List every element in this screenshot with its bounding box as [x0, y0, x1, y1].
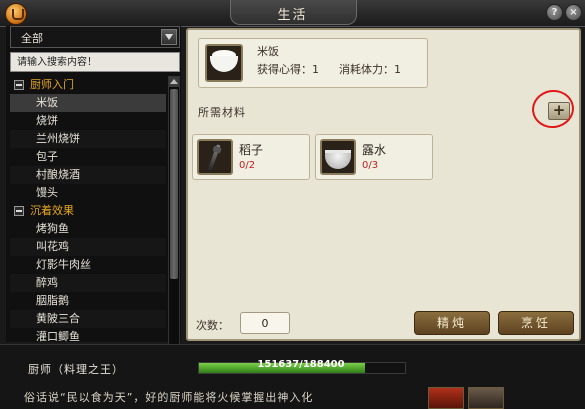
cook-button[interactable]: 烹饪: [498, 311, 574, 335]
window-title: 生活: [277, 8, 308, 23]
material-card[interactable]: 露水 0/3: [315, 134, 433, 180]
gain-stat: 获得心得：1: [257, 63, 319, 76]
materials-heading: 所需材料: [198, 106, 246, 119]
water-bowl-icon: [325, 150, 351, 169]
close-button[interactable]: ×: [565, 4, 582, 21]
rice-stalk-icon: [207, 144, 221, 172]
skill-progress-text: 151637/188400: [257, 359, 345, 370]
list-item[interactable]: 兰州烧饼: [10, 130, 166, 148]
annotation-circle: [529, 87, 577, 131]
material-card[interactable]: 稻子 0/2: [192, 134, 310, 180]
list-item[interactable]: 灌口鲫鱼: [10, 328, 166, 342]
search-input[interactable]: [10, 52, 180, 72]
recipe-tree: 厨师入门 米饭 烧饼 兰州烧饼 包子 村酿烧酒 馒头 沉着效果 烤狗鱼 叫花鸡 …: [10, 76, 166, 342]
bowl-icon: [210, 56, 238, 72]
recipe-card: 米饭 获得心得：1 消耗体力：1: [198, 38, 428, 88]
list-item[interactable]: 村酿烧酒: [10, 166, 166, 184]
cost-stat: 消耗体力：1: [339, 63, 401, 76]
refine-button[interactable]: 精炖: [414, 311, 490, 335]
category-value: 全部: [21, 32, 43, 45]
list-item[interactable]: 叫花鸡: [10, 238, 166, 256]
group-header[interactable]: 厨师入门: [10, 76, 166, 94]
material-slot[interactable]: [320, 139, 356, 175]
list-scrollbar[interactable]: [168, 76, 180, 362]
material-name: 露水: [362, 143, 387, 157]
category-dropdown[interactable]: 全部: [10, 26, 180, 48]
list-item[interactable]: 米饭: [10, 94, 166, 112]
list-item[interactable]: 胭脂鹅: [10, 292, 166, 310]
collapse-icon[interactable]: [14, 206, 24, 216]
list-item[interactable]: 黄陂三合: [10, 310, 166, 328]
group-label: 厨师入门: [30, 78, 74, 91]
recipe-name: 米饭: [257, 45, 279, 58]
count-input[interactable]: [240, 312, 290, 334]
list-item[interactable]: 灯影牛肉丝: [10, 256, 166, 274]
life-skill-window: 生活 ? × 全部 厨师入门 米饭 烧饼 兰州烧饼 包子 村酿烧酒 馒头 沉着效…: [0, 0, 585, 409]
material-count: 0/3: [362, 160, 379, 171]
list-item[interactable]: 包子: [10, 148, 166, 166]
scroll-up-icon[interactable]: [169, 77, 179, 87]
material-count: 0/2: [239, 160, 256, 171]
collapse-icon[interactable]: [14, 80, 24, 90]
list-item[interactable]: 烤狗鱼: [10, 220, 166, 238]
material-name: 稻子: [239, 143, 264, 157]
group-label: 沉着效果: [30, 204, 74, 217]
recipe-list-panel: 全部 厨师入门 米饭 烧饼 兰州烧饼 包子 村酿烧酒 馒头 沉着效果 烤狗鱼 叫…: [6, 26, 181, 362]
help-button[interactable]: ?: [546, 4, 563, 21]
material-slot[interactable]: [197, 139, 233, 175]
count-label: 次数：: [196, 319, 229, 332]
item-slot[interactable]: [468, 387, 504, 409]
list-item[interactable]: 烧饼: [10, 112, 166, 130]
scroll-thumb[interactable]: [170, 89, 178, 279]
skill-status-bar: 厨师（料理之王） 151637/188400 俗话说“民以食为天”，好的厨师能将…: [0, 344, 585, 409]
title-bar: 生活 ? ×: [0, 0, 585, 27]
recipe-slot[interactable]: [205, 44, 243, 82]
chevron-down-icon[interactable]: [161, 29, 177, 45]
recipe-detail-panel: 米饭 获得心得：1 消耗体力：1 所需材料 + 稻子 0/2 露水 0/3 次数…: [186, 28, 581, 341]
list-item[interactable]: 醉鸡: [10, 274, 166, 292]
skill-title: 厨师（料理之王）: [28, 363, 124, 376]
list-item[interactable]: 馒头: [10, 184, 166, 202]
group-header[interactable]: 沉着效果: [10, 202, 166, 220]
tip-text: 俗话说“民以食为天”，好的厨师能将火候掌握出神入化: [24, 391, 314, 404]
item-slot[interactable]: [428, 387, 464, 409]
